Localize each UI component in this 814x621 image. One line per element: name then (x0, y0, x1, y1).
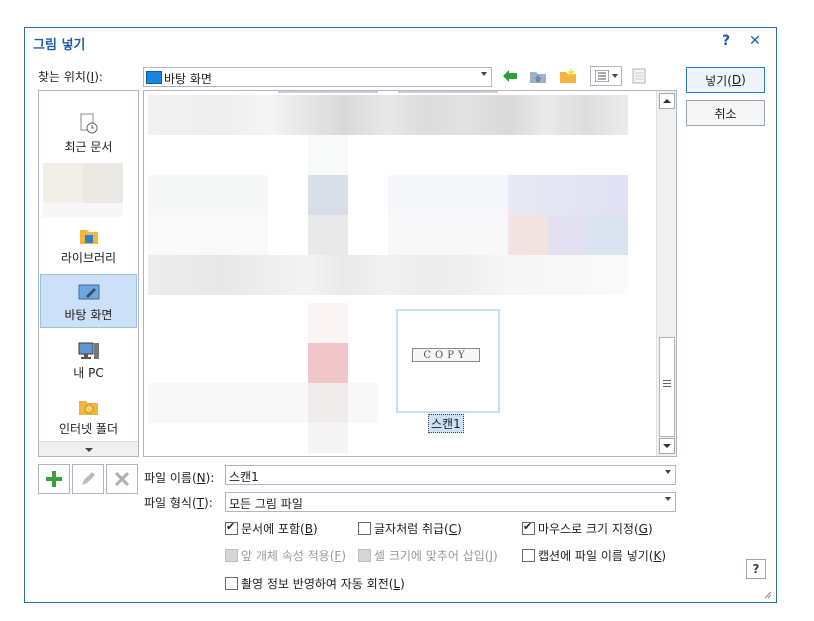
place-thumb-blur (43, 163, 83, 203)
file-thumbnail (388, 215, 508, 255)
checkbox-unchecked-icon (522, 549, 535, 562)
new-folder-icon (560, 68, 576, 83)
treat-as-character-checkbox[interactable]: 글자처럼 취급(C) (358, 520, 462, 537)
up-folder-button[interactable] (527, 66, 549, 86)
chevron-down-icon (665, 470, 671, 474)
preview-button[interactable] (628, 66, 650, 86)
back-arrow-icon (503, 70, 517, 82)
file-thumbnail (148, 175, 268, 215)
place-library[interactable]: 라이브러리 (40, 216, 137, 270)
chevron-up-icon (663, 99, 671, 103)
chevron-down-icon (665, 497, 671, 501)
checkbox-unchecked-icon (225, 577, 238, 590)
this-pc-icon (78, 342, 99, 359)
desktop-icon (78, 284, 99, 300)
file-thumbnail (508, 175, 628, 215)
location-combo[interactable]: 바탕 화면 (143, 67, 492, 87)
desktop-small-icon (146, 71, 162, 84)
checkbox-disabled-icon (225, 549, 238, 562)
filetype-label: 파일 형식(T): (144, 496, 213, 510)
file-thumbnail (308, 175, 348, 215)
place-thumb-blur (43, 203, 123, 217)
checkbox-disabled-icon (358, 549, 371, 562)
help-title-button[interactable]: ? (722, 33, 730, 49)
blur-line (398, 91, 498, 93)
location-value: 바탕 화면 (164, 72, 212, 86)
file-thumbnail (308, 423, 348, 453)
dialog-title: 그림 넣기 (33, 38, 86, 53)
checkbox-checked-icon (225, 520, 238, 535)
file-thumbnail-row (148, 255, 628, 295)
place-desktop[interactable]: 바탕 화면 (40, 274, 137, 328)
file-thumbnail (308, 343, 348, 383)
filetype-value: 모든 그림 파일 (229, 497, 303, 511)
resize-grip-icon[interactable] (762, 588, 772, 599)
file-thumbnail (308, 215, 348, 255)
library-icon (79, 230, 98, 244)
file-thumbnail (548, 215, 588, 255)
filetype-select[interactable]: 모든 그림 파일 (225, 492, 676, 512)
scroll-thumb[interactable] (659, 337, 675, 437)
location-label: 찾는 위치(I): (38, 70, 103, 84)
apply-previous-attributes-checkbox[interactable]: 앞 개체 속성 적용(F) (225, 547, 346, 564)
pencil-icon (82, 472, 95, 485)
file-thumbnail (588, 215, 628, 255)
places-scroll-down-button[interactable] (39, 441, 138, 456)
back-button[interactable] (499, 66, 521, 86)
places-bar: 최근 문서 라이브러리 바탕 화면 내 PC 인터넷 폴더 (38, 90, 139, 457)
help-button[interactable]: ? (746, 559, 766, 579)
add-button[interactable] (38, 464, 70, 494)
chevron-down-icon (84, 447, 93, 452)
cancel-button[interactable]: 취소 (686, 100, 765, 126)
caption-filename-checkbox[interactable]: 캡션에 파일 이름 넣기(K) (522, 547, 666, 564)
blur-line (278, 91, 378, 93)
filename-label: 파일 이름(N): (144, 471, 215, 485)
selected-file-thumbnail[interactable]: COPY (396, 309, 500, 413)
delete-x-icon (114, 471, 130, 487)
file-thumbnail (148, 215, 268, 255)
close-button[interactable]: ✕ (749, 33, 761, 49)
insert-picture-dialog: 그림 넣기 ? ✕ 찾는 위치(I): 바탕 화면 넣기(D) 취소 최근 문서 (24, 27, 777, 603)
auto-rotate-checkbox[interactable]: 촬영 정보 반영하여 자동 회전(L) (225, 575, 405, 592)
filename-input[interactable]: 스캔1 (225, 465, 676, 485)
file-thumbnail (388, 175, 508, 215)
chevron-down-icon (663, 444, 671, 448)
checkbox-checked-icon (522, 520, 535, 535)
place-recent-documents[interactable]: 최근 문서 (40, 105, 137, 159)
file-thumbnail-row (148, 95, 628, 135)
fit-cell-size-checkbox[interactable]: 셀 크기에 맞추어 삽입(J) (358, 547, 498, 564)
file-thumbnail (308, 303, 348, 343)
preview-page-icon (632, 68, 646, 84)
scroll-up-button[interactable] (659, 93, 675, 109)
recent-documents-icon (80, 113, 97, 134)
include-in-document-checkbox[interactable]: 문서에 포함(B) (225, 520, 318, 537)
copy-stamp: COPY (412, 348, 480, 362)
file-thumbnail (508, 215, 548, 255)
place-this-pc[interactable]: 내 PC (40, 331, 137, 385)
file-thumbnail (308, 383, 348, 423)
file-thumbnail (308, 135, 348, 175)
chevron-down-icon (481, 72, 487, 76)
chevron-down-icon (611, 74, 618, 78)
filename-value: 스캔1 (229, 470, 259, 484)
place-internet-folder[interactable]: 인터넷 폴더 (40, 387, 137, 441)
insert-button[interactable]: 넣기(D) (686, 67, 765, 93)
file-list[interactable]: COPY 스캔1 (143, 90, 677, 457)
checkbox-unchecked-icon (358, 522, 371, 535)
mouse-size-checkbox[interactable]: 마우스로 크기 지정(G) (522, 520, 653, 537)
plus-icon (46, 471, 62, 487)
place-thumb-blur (83, 163, 123, 203)
new-folder-button[interactable] (557, 66, 579, 86)
folder-up-icon (530, 72, 546, 83)
scroll-down-button[interactable] (659, 438, 675, 454)
file-list-scrollbar[interactable] (656, 91, 676, 456)
title-bar: 그림 넣기 ? ✕ (25, 28, 776, 58)
view-list-icon (594, 70, 609, 82)
selected-file-name[interactable]: 스캔1 (428, 414, 464, 433)
view-menu-button[interactable] (590, 66, 622, 86)
delete-button[interactable] (106, 464, 138, 494)
internet-folder-icon (78, 401, 98, 415)
edit-button[interactable] (72, 464, 104, 494)
